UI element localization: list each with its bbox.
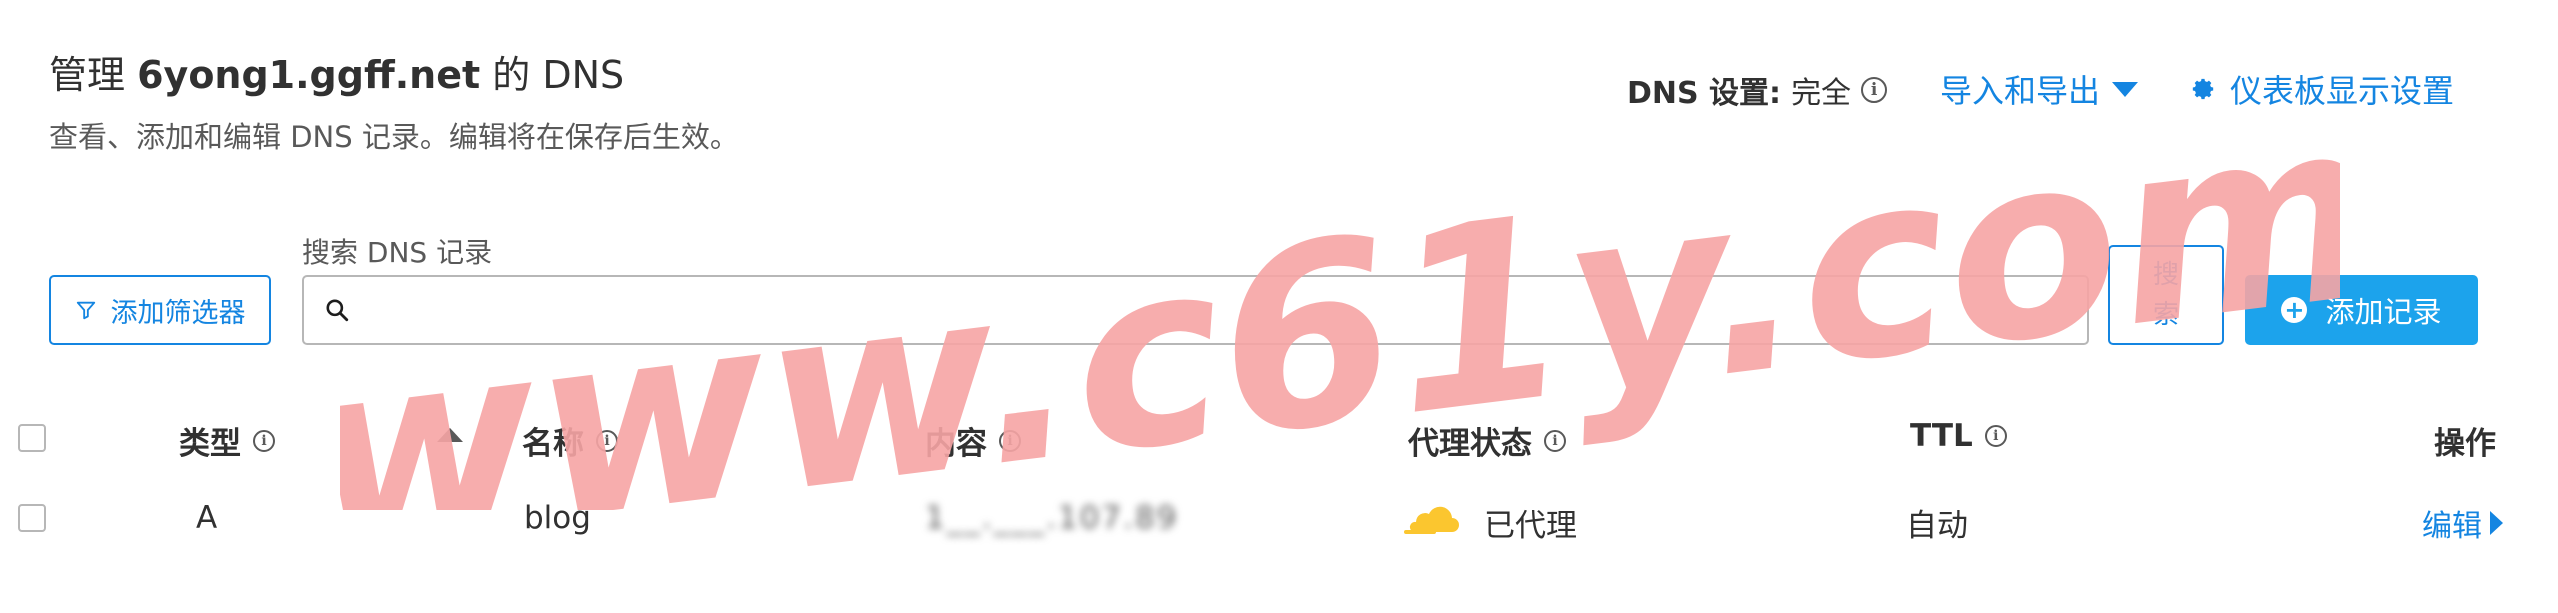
column-actions-label: 操作 xyxy=(2434,426,2496,462)
search-button[interactable]: 搜索 xyxy=(2108,245,2224,345)
edit-label: 编辑 xyxy=(2422,509,2482,544)
column-proxy-label: 代理状态 xyxy=(1408,426,1532,462)
edit-record-link[interactable]: 编辑 xyxy=(2422,501,2503,545)
domain-name: 6yong1.ggff.net xyxy=(137,53,481,97)
column-header-actions: 操作 xyxy=(2434,418,2496,463)
sort-ascending-icon[interactable] xyxy=(437,428,463,442)
import-export-label: 导入和导出 xyxy=(1940,72,2101,110)
page-subtitle: 查看、添加和编辑 DNS 记录。编辑将在保存后生效。 xyxy=(49,120,739,154)
dns-setting-value: 完全 xyxy=(1791,76,1852,111)
import-export-dropdown[interactable]: 导入和导出 xyxy=(1940,66,2139,112)
record-type: A xyxy=(196,500,218,536)
funnel-icon xyxy=(76,301,95,320)
column-header-name[interactable]: 名称 i xyxy=(522,418,618,463)
search-button-label: 搜索 xyxy=(2152,260,2179,330)
column-content-label: 内容 xyxy=(925,426,987,462)
add-record-label: 添加记录 xyxy=(2325,295,2442,329)
title-prefix: 管理 xyxy=(49,53,126,97)
select-all-checkbox[interactable] xyxy=(18,424,46,452)
info-icon[interactable]: i xyxy=(253,429,275,452)
dns-setting-status: DNS 设置: 完全 i xyxy=(1627,68,1888,112)
column-name-label: 名称 xyxy=(522,426,584,462)
caret-right-icon xyxy=(2490,511,2503,535)
caret-down-icon xyxy=(2112,81,2139,97)
search-field[interactable] xyxy=(302,275,2089,345)
record-ttl: 自动 xyxy=(1906,508,1968,544)
info-icon[interactable]: i xyxy=(596,429,618,452)
title-suffix: 的 DNS xyxy=(492,53,625,97)
record-name: blog xyxy=(524,500,591,536)
cloud-icon xyxy=(1404,506,1459,534)
add-filter-label: 添加筛选器 xyxy=(110,297,246,329)
info-icon[interactable]: i xyxy=(1544,429,1566,452)
page-title: 管理 6yong1.ggff.net 的 DNS xyxy=(49,44,624,99)
search-label: 搜索 DNS 记录 xyxy=(302,236,493,269)
column-header-proxy-status[interactable]: 代理状态 i xyxy=(1408,418,1566,463)
record-proxy-status: 已代理 xyxy=(1484,508,1577,544)
column-header-ttl[interactable]: TTL i xyxy=(1910,418,2007,454)
search-icon xyxy=(326,299,349,322)
dashboard-settings-link[interactable]: 仪表板显示设置 xyxy=(2190,66,2454,112)
record-content: 1__.___.107.89 xyxy=(925,500,1179,536)
column-header-content[interactable]: 内容 i xyxy=(925,418,1021,463)
dashboard-settings-label: 仪表板显示设置 xyxy=(2230,72,2455,110)
search-input[interactable] xyxy=(364,279,2087,341)
info-icon[interactable]: i xyxy=(1861,77,1888,103)
info-icon[interactable]: i xyxy=(1984,425,2007,447)
plus-circle-icon: + xyxy=(2281,297,2308,323)
gear-icon xyxy=(2192,78,2214,100)
dns-setting-label: DNS 设置: xyxy=(1627,76,1782,111)
add-record-button[interactable]: + 添加记录 xyxy=(2245,275,2478,345)
column-header-type[interactable]: 类型 i xyxy=(179,418,275,463)
add-filter-button[interactable]: 添加筛选器 xyxy=(49,275,271,345)
column-type-label: 类型 xyxy=(179,426,241,462)
row-checkbox[interactable] xyxy=(18,504,46,532)
column-ttl-label: TTL xyxy=(1910,418,1973,454)
info-icon[interactable]: i xyxy=(999,429,1021,452)
